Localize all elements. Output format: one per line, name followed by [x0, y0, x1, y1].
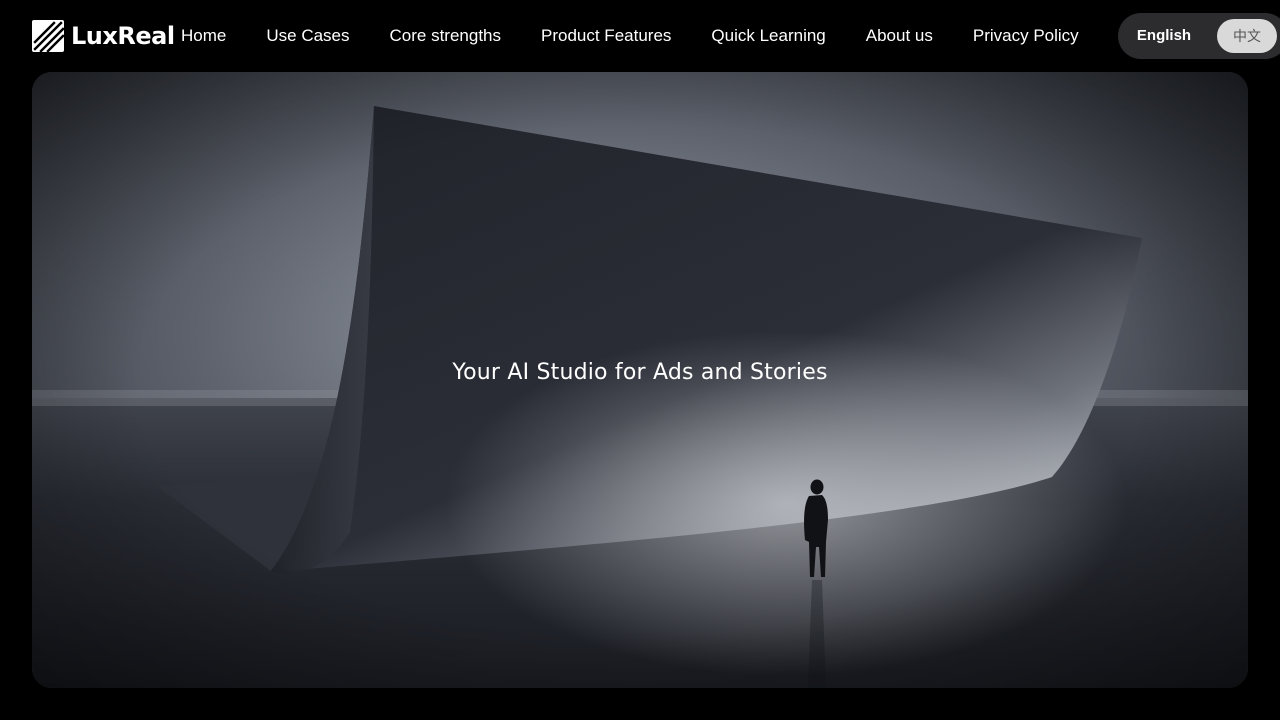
brand-logo-link[interactable]: LuxReal — [32, 20, 175, 52]
brand-name: LuxReal — [71, 22, 175, 50]
luxreal-logo-icon — [32, 20, 64, 52]
nav-item-home[interactable]: Home — [181, 24, 226, 48]
main-nav: Home Use Cases Core strengths Product Fe… — [181, 24, 1079, 48]
nav-item-product-features[interactable]: Product Features — [541, 24, 671, 48]
nav-item-use-cases[interactable]: Use Cases — [266, 24, 349, 48]
nav-item-privacy-policy[interactable]: Privacy Policy — [973, 24, 1079, 48]
hero-title: Your AI Studio for Ads and Stories — [452, 360, 828, 385]
hero-banner: Your AI Studio for Ads and Stories — [32, 72, 1248, 688]
language-toggle: English 中文 — [1118, 13, 1280, 59]
nav-item-about-us[interactable]: About us — [866, 24, 933, 48]
language-option-english[interactable]: English — [1128, 18, 1200, 54]
top-navigation-bar: LuxReal Home Use Cases Core strengths Pr… — [0, 0, 1280, 72]
nav-item-core-strengths[interactable]: Core strengths — [390, 24, 502, 48]
language-option-chinese[interactable]: 中文 — [1217, 19, 1277, 53]
nav-item-quick-learning[interactable]: Quick Learning — [711, 24, 825, 48]
